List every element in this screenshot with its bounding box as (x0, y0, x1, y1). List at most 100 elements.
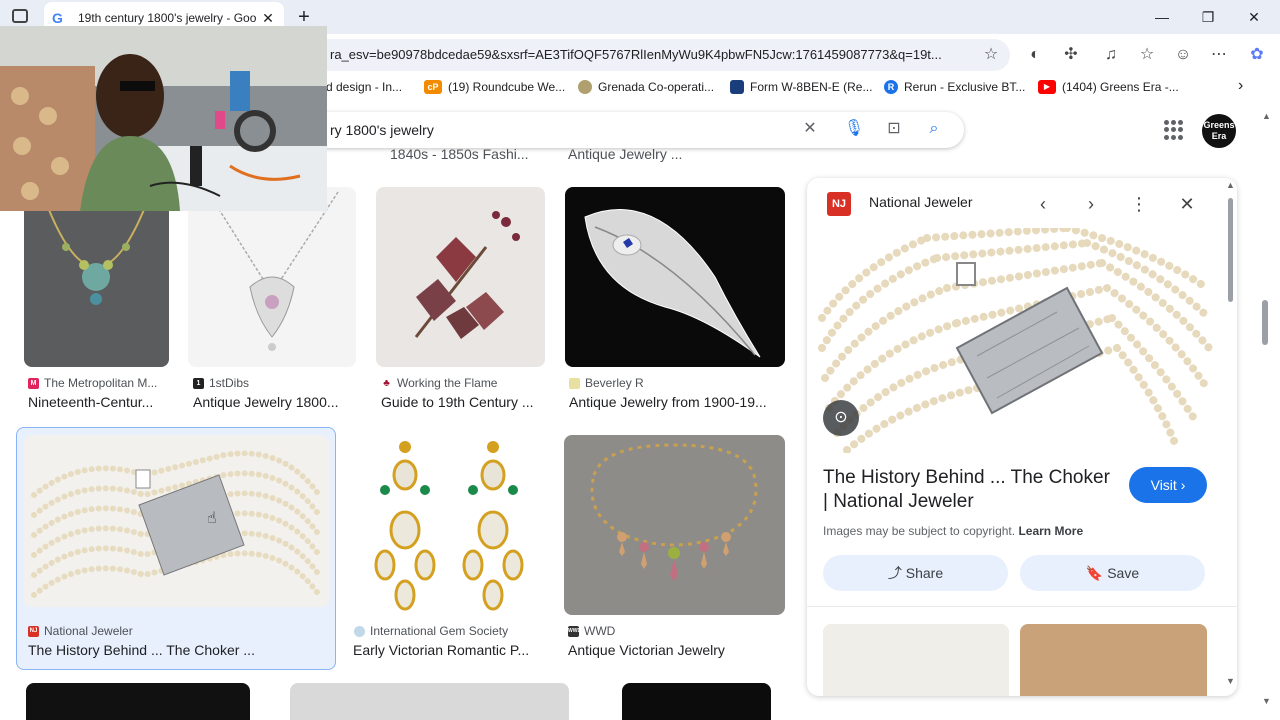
result-title[interactable]: Antique Jewelry 1800... (193, 394, 353, 410)
bookmark-label: (19) Roundcube We... (448, 80, 566, 94)
panel-scrollbar[interactable] (1228, 198, 1233, 302)
result-thumbnail[interactable] (622, 683, 771, 720)
address-bar[interactable]: ra_esv=be90978bdcedae59&sxsrf=AE3TifOQF5… (240, 39, 1010, 71)
bookmark-item[interactable]: ▶ (1404) Greens Era -... (1038, 80, 1179, 94)
result-source[interactable]: Beverley R (569, 376, 644, 390)
voice-search-icon[interactable]: 🎙 (842, 117, 866, 141)
visual-search-lens-icon[interactable]: ⊙ (823, 400, 859, 436)
result-caption-partial: 1840s - 1850s Fashi... (390, 146, 529, 162)
result-thumbnail[interactable] (24, 435, 329, 607)
result-title[interactable]: Antique Jewelry from 1900-19... (569, 394, 783, 410)
favorites-icon[interactable]: ☆ (1134, 42, 1160, 68)
result-title[interactable]: The History Behind ... The Choker ... (28, 642, 328, 658)
save-label: Save (1107, 565, 1140, 581)
bookmark-label: (1404) Greens Era -... (1062, 80, 1179, 94)
result-source[interactable]: 1 1stDibs (193, 376, 249, 390)
next-chevron-icon[interactable]: › (1077, 190, 1105, 218)
save-button[interactable]: 🔖 Save (1020, 555, 1205, 591)
result-thumbnail[interactable] (24, 187, 169, 367)
result-source[interactable]: NJ National Jeweler (28, 624, 133, 638)
result-title[interactable]: Early Victorian Romantic P... (353, 642, 543, 658)
tab-close-icon[interactable]: ✕ (260, 10, 276, 27)
bookmark-label: Rerun - Exclusive BT... (904, 80, 1026, 94)
1stdibs-favicon-icon: 1 (193, 377, 204, 389)
tab-actions-icon[interactable] (12, 9, 28, 23)
result-source-label: Beverley R (585, 376, 644, 390)
met-favicon-icon: M (28, 377, 39, 389)
result-source-label: 1stDibs (209, 376, 250, 390)
result-title[interactable]: Antique Victorian Jewelry (568, 642, 783, 658)
feather-brooch-image (584, 209, 761, 358)
panel-preview-image[interactable] (817, 224, 1213, 454)
roundcube-icon: cP (424, 80, 442, 94)
previous-chevron-icon[interactable]: ‹ (1029, 190, 1057, 218)
close-window-button[interactable]: ✕ (1234, 4, 1274, 30)
minimize-button[interactable]: — (1142, 4, 1182, 30)
gem-society-favicon-icon (354, 625, 365, 637)
result-source[interactable]: M The Metropolitan M... (28, 376, 157, 390)
related-image[interactable] (1020, 624, 1207, 696)
page-scrollbar[interactable] (1262, 300, 1268, 345)
restore-button[interactable]: ❐ (1188, 4, 1228, 30)
bookmark-label: d design - In... (326, 80, 403, 94)
chevron-right-icon: › (1180, 477, 1186, 493)
bookmark-item[interactable]: Form W-8BEN-E (Re... (730, 80, 872, 94)
webcam-feed-image (0, 26, 327, 211)
page-scroll-up-icon[interactable]: ▲ (1262, 111, 1271, 121)
brooch-image (414, 211, 520, 339)
bookmark-item[interactable]: Grenada Co-operati... (578, 80, 714, 94)
result-thumbnail[interactable] (26, 683, 250, 720)
bookmark-label: Form W-8BEN-E (Re... (750, 80, 873, 94)
visit-button[interactable]: Visit › (1129, 467, 1207, 503)
coop-icon (578, 80, 592, 94)
result-thumbnail[interactable] (376, 187, 545, 367)
bookmark-label: Grenada Co-operati... (598, 80, 715, 94)
scroll-down-arrow-icon[interactable]: ▼ (1226, 676, 1235, 686)
favorite-star-icon[interactable]: ☆ (978, 42, 1004, 68)
lens-search-icon[interactable]: ⊡ (882, 117, 906, 141)
panel-title[interactable]: The History Behind ... The Choker | Nati… (823, 466, 1113, 514)
share-icon: ⤴ (887, 565, 902, 581)
result-thumbnail[interactable] (564, 435, 785, 615)
more-menu-icon[interactable]: ⋯ (1206, 42, 1232, 68)
clear-search-icon[interactable]: ✕ (798, 117, 822, 141)
share-button[interactable]: ⤴ Share (823, 555, 1008, 591)
earrings-image (374, 441, 524, 611)
scroll-up-arrow-icon[interactable]: ▲ (1226, 180, 1235, 190)
wwd-favicon-icon: WWD (568, 625, 581, 637)
search-icon[interactable]: ⌕ (922, 117, 946, 141)
result-thumbnail[interactable] (188, 187, 356, 367)
copilot-icon[interactable]: ✿ (1244, 42, 1270, 68)
media-icon[interactable]: ♫ (1098, 42, 1124, 68)
result-source[interactable]: International Gem Society (354, 624, 508, 638)
image-preview-panel: NJ National Jeweler ‹ › ⋮ ✕ ⊙ The Histor… (807, 178, 1237, 696)
bookmark-item[interactable]: R Rerun - Exclusive BT... (884, 80, 1025, 94)
panel-source[interactable]: National Jeweler (869, 194, 973, 210)
national-jeweler-logo: NJ (827, 192, 851, 216)
more-vert-icon[interactable]: ⋮ (1125, 190, 1153, 218)
result-source-label: The Metropolitan M... (44, 376, 158, 390)
close-icon[interactable]: ✕ (1173, 190, 1201, 218)
bookmark-item[interactable]: d design - In... (326, 80, 402, 94)
result-title[interactable]: Nineteenth-Centur... (28, 394, 168, 410)
result-title[interactable]: Guide to 19th Century ... (381, 394, 544, 410)
extension-icon[interactable]: ◐ (1022, 42, 1048, 68)
result-source[interactable]: WWD WWD (568, 624, 615, 638)
learn-more-link[interactable]: Learn More (1018, 524, 1083, 538)
profile-icon[interactable]: ☺ (1170, 42, 1196, 68)
result-thumbnail[interactable] (350, 435, 545, 615)
related-image[interactable] (823, 624, 1009, 696)
apps-grid-icon[interactable] (1164, 120, 1184, 140)
bookmarks-more-chevron-icon[interactable]: › (1238, 77, 1243, 95)
bookmark-item[interactable]: cP (19) Roundcube We... (424, 80, 565, 94)
webcam-overlay (0, 26, 327, 211)
mouse-cursor-icon: ☝ (207, 510, 217, 527)
puzzle-icon[interactable]: ✣ (1058, 42, 1084, 68)
result-thumbnail[interactable] (565, 187, 785, 367)
flame-favicon-icon: ♣ (381, 377, 392, 389)
avatar[interactable]: Greens Era (1202, 114, 1236, 148)
result-thumbnail[interactable] (290, 683, 569, 720)
result-source[interactable]: ♣ Working the Flame (381, 376, 497, 390)
result-source-label: National Jeweler (44, 624, 133, 638)
page-scroll-down-icon[interactable]: ▼ (1262, 696, 1271, 706)
